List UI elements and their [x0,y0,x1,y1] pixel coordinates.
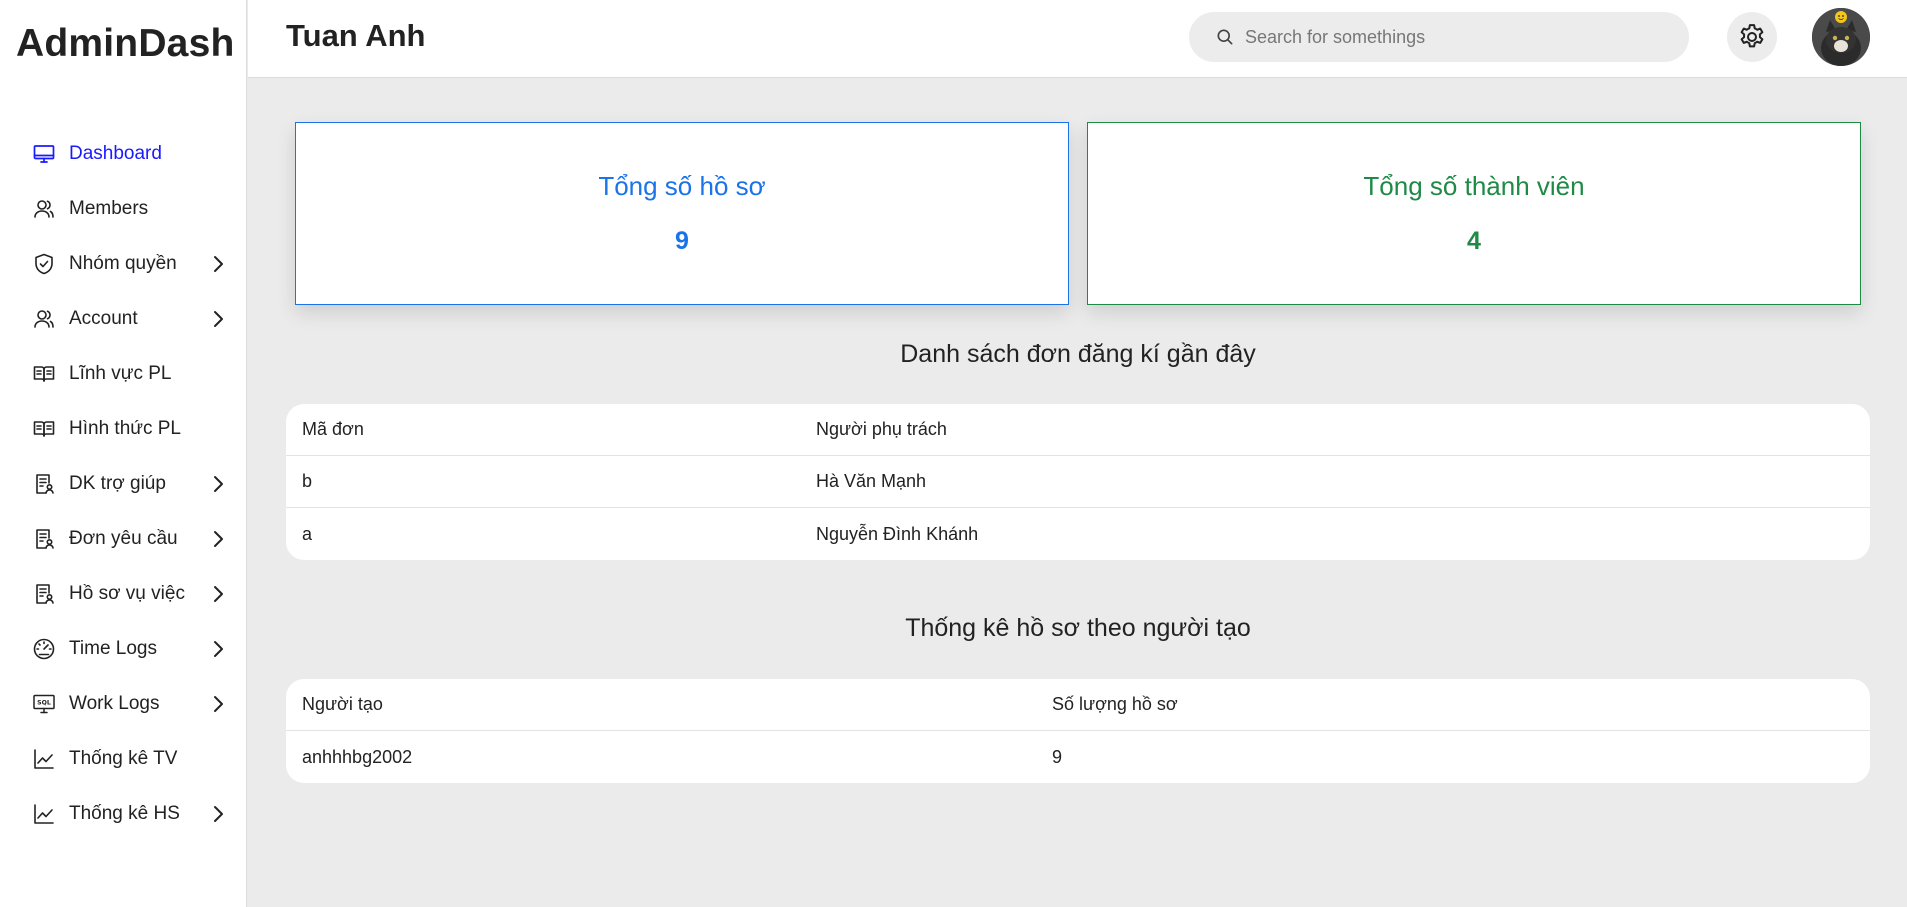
sidebar-item-time-logs[interactable]: Time Logs [0,621,247,676]
book-icon [32,417,56,441]
total-records-value: 9 [675,227,689,255]
total-members-title: Tổng số thành viên [1363,171,1585,201]
sidebar-item-label: Time Logs [69,637,157,659]
total-records-title: Tổng số hồ sơ [598,171,766,201]
user-name: Tuan Anh [286,18,426,53]
sidebar-item-label: Members [69,197,149,219]
total-members-card: Tổng số thành viên 4 [1087,122,1861,305]
sidebar-item-label: Lĩnh vực PL [69,362,172,384]
sidebar-item-label: Thống kê TV [69,747,178,769]
users-icon [32,197,56,221]
search-bar[interactable] [1189,12,1689,62]
gear-icon [1740,24,1764,48]
sidebar-item-thong-ke-tv[interactable]: Thống kê TV [0,731,247,786]
book-icon [32,362,56,386]
recent-applications-table: Mã đơn Người phụ trách b Hà Văn Mạnh a N… [286,404,1870,560]
avatar[interactable] [1812,8,1870,66]
column-header: Người phụ trách [816,419,947,439]
assignee-name: Hà Văn Mạnh [816,471,927,491]
sidebar-item-label: Account [69,307,138,329]
column-header: Số lượng hồ sơ [1052,694,1178,714]
chevron-right-icon[interactable] [208,804,228,824]
records-by-creator-table: Người tạo Số lượng hồ sơ anhhhbg2002 9 [286,679,1870,783]
shield-icon [32,252,56,276]
app-root: AdminDash Dashboard Members Nhóm quyền Acco… [0,0,1907,907]
sidebar-item-label: DK trợ giúp [69,472,166,494]
table-row[interactable]: anhhhbg2002 9 [286,731,1870,783]
line-chart-icon [32,802,56,826]
sidebar-item-dk-tro-giup[interactable]: DK trợ giúp [0,456,247,511]
document-user-icon [32,527,56,551]
gauge-icon [32,637,56,661]
table-row[interactable]: a Nguyễn Đình Khánh [286,508,1870,560]
table-header-row: Mã đơn Người phụ trách [286,404,1870,456]
settings-button[interactable] [1727,12,1777,62]
records-by-creator-title: Thống kê hồ sơ theo người tạo [905,614,1251,642]
sidebar-item-label: Thống kê HS [69,802,180,824]
application-code: a [302,523,313,544]
assignee-name: Nguyễn Đình Khánh [816,523,979,544]
sidebar-item-label: Hình thức PL [69,417,181,439]
chevron-right-icon[interactable] [208,474,228,494]
top-header: Tuan Anh [248,0,1907,78]
svg-text:SQL: SQL [37,699,51,706]
brand-logo[interactable]: AdminDash [16,22,235,66]
sidebar-item-label: Nhóm quyền [69,252,177,274]
users-icon [32,307,56,331]
sidebar-item-ho-so-vu-viec[interactable]: Hồ sơ vụ việc [0,566,247,621]
chevron-right-icon[interactable] [208,694,228,714]
recent-applications-title: Danh sách đơn đăng kí gần đây [900,340,1256,368]
column-header: Người tạo [302,694,383,714]
table-header-row: Người tạo Số lượng hồ sơ [286,679,1870,731]
total-records-card: Tổng số hồ sơ 9 [295,122,1069,305]
sidebar-item-linh-vuc-pl[interactable]: Lĩnh vực PL [0,346,247,401]
sidebar-item-label: Work Logs [69,692,160,714]
sidebar: AdminDash Dashboard Members Nhóm quyền Acco… [0,0,247,907]
total-members-value: 4 [1467,227,1481,255]
record-count: 9 [1052,746,1063,767]
column-header: Mã đơn [302,419,364,439]
sidebar-item-label: Dashboard [69,142,162,164]
sidebar-item-don-yeu-cau[interactable]: Đơn yêu cầu [0,511,247,566]
sidebar-item-dashboard[interactable]: Dashboard [0,126,247,181]
line-chart-icon [32,747,56,771]
search-input[interactable] [1245,26,1665,48]
search-icon [1217,29,1233,45]
sidebar-item-nhom-quyen[interactable]: Nhóm quyền [0,236,247,291]
table-row[interactable]: b Hà Văn Mạnh [286,456,1870,508]
chevron-right-icon[interactable] [208,254,228,274]
cat-avatar-image [1812,8,1870,66]
chevron-right-icon[interactable] [208,584,228,604]
chevron-right-icon[interactable] [208,529,228,549]
sidebar-item-label: Đơn yêu cầu [69,527,178,549]
sidebar-item-account[interactable]: Account [0,291,247,346]
sidebar-item-work-logs[interactable]: SQL Work Logs [0,676,247,731]
chevron-right-icon[interactable] [208,639,228,659]
sidebar-item-members[interactable]: Members [0,181,247,236]
chevron-right-icon[interactable] [208,309,228,329]
sidebar-nav: Dashboard Members Nhóm quyền Account Lĩnh vự… [0,126,247,841]
sql-monitor-icon: SQL [32,692,56,716]
sidebar-item-hinh-thuc-pl[interactable]: Hình thức PL [0,401,247,456]
monitor-icon [32,142,56,166]
sidebar-item-thong-ke-hs[interactable]: Thống kê HS [0,786,247,841]
sidebar-item-label: Hồ sơ vụ việc [69,582,185,604]
application-code: b [302,471,313,491]
document-user-icon [32,472,56,496]
document-user-icon [32,582,56,606]
creator-name: anhhhbg2002 [302,746,413,767]
